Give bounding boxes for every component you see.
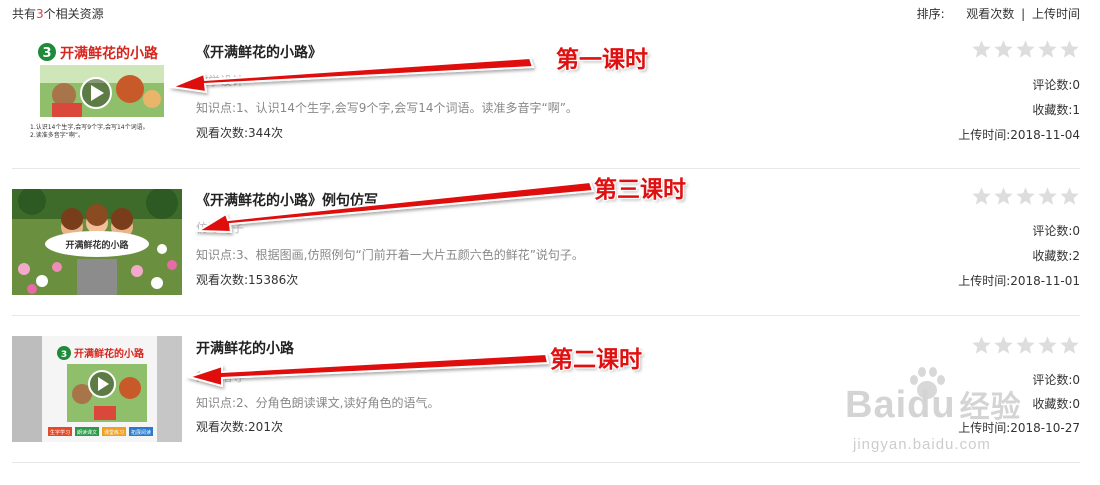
resource-info: 《开满鲜花的小路》 bbox=[196, 42, 322, 62]
sort-by-upload-time-link[interactable]: 上传时间 bbox=[1032, 7, 1080, 21]
lesson-badge: 3 bbox=[42, 46, 51, 61]
knowledge-point: 知识点:1、认识14个生字,会写9个字,会写14个词语。读准多音字“啊”。 bbox=[196, 101, 578, 115]
video-thumbnail[interactable]: 3 开满鲜花的小路 1.认识14个生字,会写9个字,会写14个词语。 2.读准多… bbox=[12, 37, 182, 143]
baidu-jingyan-watermark: Baidu 经验 jingyan.baidu.com bbox=[845, 367, 1025, 467]
favorite-count: 收藏数:0 bbox=[1032, 397, 1080, 411]
result-count-prefix: 共有 bbox=[12, 7, 37, 21]
comment-count: 评论数:0 bbox=[1032, 224, 1080, 238]
thumb-button-label: 朗读课文 bbox=[77, 429, 97, 436]
thumb-banner: 开满鲜花的小路 bbox=[65, 239, 129, 251]
resource-title-link[interactable]: 开满鲜花的小路 bbox=[196, 338, 294, 358]
resource-title-link[interactable]: 《开满鲜花的小路》 bbox=[196, 42, 322, 62]
thumb-caption: 1.认识14个生字,会写9个字,会写14个词语。 bbox=[30, 123, 149, 131]
star-icon[interactable] bbox=[993, 39, 1014, 59]
resource-subtitle: 朗读指导 bbox=[196, 370, 245, 384]
view-count: 观看次数:201次 bbox=[196, 420, 283, 434]
resource-subtitle: 教学设计 bbox=[196, 74, 245, 88]
callout-lesson-2: 第二课时 bbox=[550, 346, 642, 373]
sort-controls: 排序: 观看次数 | 上传时间 bbox=[917, 5, 1080, 22]
resource-title-link[interactable]: 《开满鲜花的小路》例句仿写 bbox=[196, 190, 378, 210]
resource-item: 3 开满鲜花的小路 1.认识14个生字,会写9个字,会写14个词语。 2.读准多… bbox=[12, 22, 1080, 169]
star-icon[interactable] bbox=[1059, 186, 1080, 206]
star-icon[interactable] bbox=[1015, 186, 1036, 206]
knowledge-point: 知识点:3、根据图画,仿照例句“门前开着一大片五颜六色的鲜花”说句子。 bbox=[196, 248, 584, 262]
star-icon[interactable] bbox=[993, 335, 1014, 355]
rating-stars[interactable] bbox=[970, 186, 1080, 208]
lesson-badge: 3 bbox=[61, 350, 67, 360]
watermark-logo-cn: 经验 bbox=[959, 391, 1022, 424]
knowledge-point: 知识点:2、分角色朗读课文,读好角色的语气。 bbox=[196, 396, 440, 410]
callout-lesson-1: 第一课时 bbox=[556, 46, 648, 73]
resource-info: 《开满鲜花的小路》例句仿写 bbox=[196, 190, 378, 210]
rating-stars[interactable] bbox=[970, 335, 1080, 357]
star-icon[interactable] bbox=[1059, 335, 1080, 355]
thumb-button-label: 生字学习 bbox=[50, 429, 70, 436]
result-count-number: 3 bbox=[36, 7, 44, 21]
star-icon[interactable] bbox=[1015, 39, 1036, 59]
video-thumbnail[interactable]: 开满鲜花的小路 bbox=[12, 189, 182, 295]
resource-item: 开满鲜花的小路 《开满鲜花的小路》例句仿写 仿写句子 知识点:3、根据图画,仿照… bbox=[12, 169, 1080, 316]
upload-time: 上传时间:2018-11-04 bbox=[958, 128, 1080, 142]
rating-stars[interactable] bbox=[970, 39, 1080, 61]
favorite-count: 收藏数:2 bbox=[1032, 249, 1080, 263]
watermark-logo-text: Baidu bbox=[845, 384, 956, 426]
resource-info: 开满鲜花的小路 bbox=[196, 338, 294, 358]
result-count-suffix: 个相关资源 bbox=[43, 7, 104, 21]
thumb-button-label: 拓展阅读 bbox=[131, 429, 151, 436]
thumb-button-label: 课堂练习 bbox=[104, 429, 124, 436]
thumb-caption: 2.读准多音字“啊”。 bbox=[30, 131, 84, 139]
view-count: 观看次数:15386次 bbox=[196, 273, 299, 287]
star-icon[interactable] bbox=[971, 335, 992, 355]
resource-meta: 评论数:0 收藏数:1 上传时间:2018-11-04 bbox=[900, 39, 1080, 149]
sort-by-views-link[interactable]: 观看次数 bbox=[966, 7, 1014, 21]
star-icon[interactable] bbox=[1037, 39, 1058, 59]
thumb-heading: 开满鲜花的小路 bbox=[74, 347, 145, 360]
star-icon[interactable] bbox=[1037, 335, 1058, 355]
sort-separator: | bbox=[1021, 7, 1026, 21]
star-icon[interactable] bbox=[993, 186, 1014, 206]
callout-lesson-3: 第三课时 bbox=[594, 176, 686, 203]
favorite-count: 收藏数:1 bbox=[1032, 103, 1080, 117]
watermark-logo: Baidu 经验 bbox=[845, 382, 1022, 427]
star-icon[interactable] bbox=[1037, 186, 1058, 206]
video-thumbnail[interactable]: 3 开满鲜花的小路 生字学习 朗读课文 课堂练习 拓展阅读 bbox=[12, 336, 182, 442]
resource-meta: 评论数:0 收藏数:2 上传时间:2018-11-01 bbox=[900, 186, 1080, 296]
upload-time: 上传时间:2018-11-01 bbox=[958, 274, 1080, 288]
star-icon[interactable] bbox=[971, 186, 992, 206]
thumb-heading: 开满鲜花的小路 bbox=[60, 45, 159, 62]
comment-count: 评论数:0 bbox=[1032, 78, 1080, 92]
view-count: 观看次数:344次 bbox=[196, 126, 283, 140]
watermark-url: jingyan.baidu.com bbox=[853, 436, 991, 453]
comment-count: 评论数:0 bbox=[1032, 373, 1080, 387]
result-count: 共有3个相关资源 bbox=[12, 5, 104, 22]
resource-subtitle: 仿写句子 bbox=[196, 221, 245, 235]
star-icon[interactable] bbox=[1059, 39, 1080, 59]
sort-label: 排序: bbox=[916, 7, 945, 21]
star-icon[interactable] bbox=[971, 39, 992, 59]
star-icon[interactable] bbox=[1015, 335, 1036, 355]
